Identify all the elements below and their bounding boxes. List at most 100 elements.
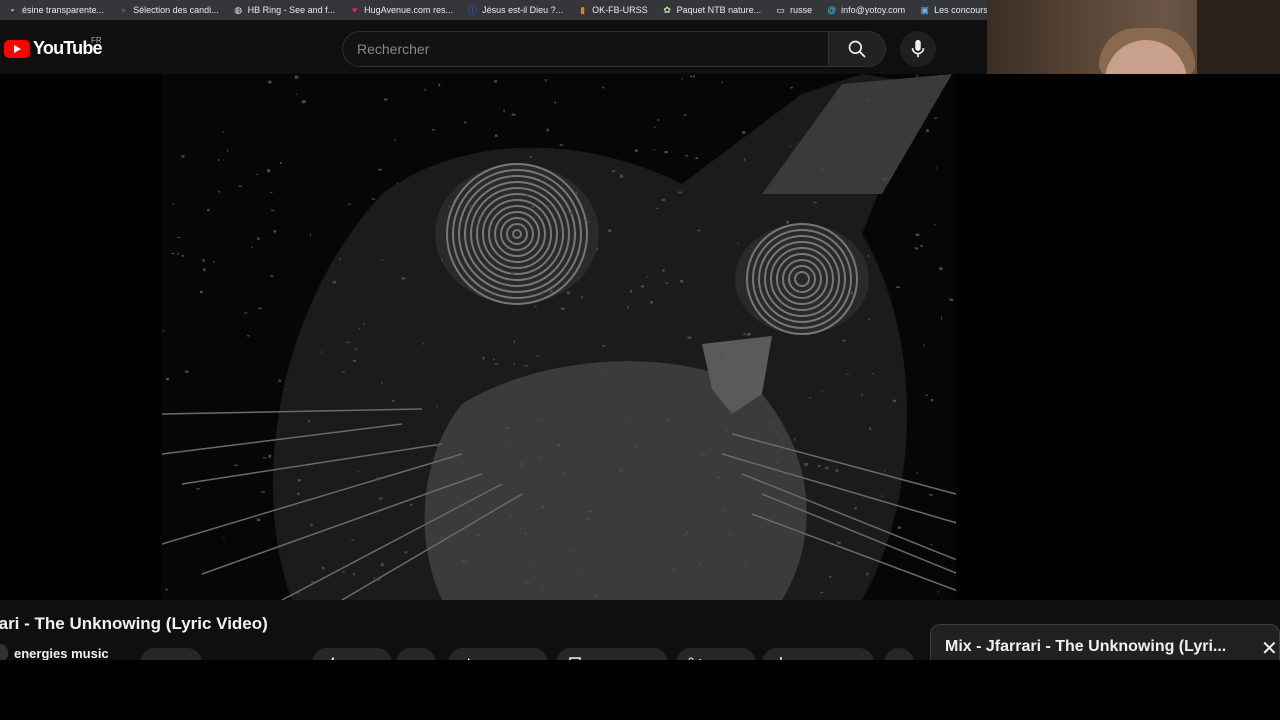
bookmark-item[interactable]: ▫ Sélection des candi... [111, 0, 226, 20]
texture-speckle [941, 317, 943, 320]
channel-name[interactable]: energies music [14, 646, 109, 661]
texture-speckle [297, 492, 300, 495]
texture-speckle [746, 332, 751, 336]
texture-speckle [410, 503, 413, 506]
texture-speckle [771, 422, 775, 425]
texture-speckle [332, 281, 336, 284]
texture-speckle [503, 109, 505, 113]
texture-speckle [199, 290, 203, 294]
texture-speckle [439, 537, 444, 539]
bookmark-item[interactable]: ▭ russe [768, 0, 819, 20]
dislike-button[interactable] [396, 648, 436, 660]
texture-speckle [494, 134, 498, 137]
texture-speckle [799, 290, 801, 293]
bookmark-item[interactable]: ▮ OK-FB-URSS [570, 0, 655, 20]
texture-speckle [212, 261, 215, 263]
texture-speckle [510, 515, 513, 517]
channel-avatar[interactable] [0, 644, 8, 660]
texture-speckle [470, 205, 473, 209]
texture-speckle [394, 139, 396, 141]
texture-speckle [742, 131, 746, 134]
texture-speckle [697, 229, 701, 232]
texture-speckle [271, 209, 275, 212]
more-actions-button[interactable] [884, 648, 914, 660]
save-button[interactable] [556, 648, 668, 660]
texture-speckle [817, 464, 821, 467]
search-icon [848, 40, 866, 58]
texture-speckle [196, 488, 201, 490]
texture-speckle [821, 390, 823, 393]
texture-speckle [804, 463, 809, 466]
youtube-logo[interactable]: YouTube [4, 38, 103, 59]
texture-speckle [294, 75, 299, 79]
like-button[interactable] [312, 648, 392, 660]
share-button[interactable] [448, 648, 548, 660]
mix-playlist-title[interactable]: Mix - Jfarrari - The Unknowing (Lyri... [945, 638, 1226, 656]
search-input[interactable] [357, 41, 828, 57]
texture-speckle [348, 203, 351, 206]
texture-speckle [285, 388, 287, 390]
texture-speckle [534, 305, 537, 308]
texture-speckle [634, 149, 638, 152]
bookmark-item[interactable]: ⓘ Jésus est-il Dieu ?... [460, 0, 570, 20]
download-button[interactable] [762, 648, 874, 660]
texture-speckle [861, 393, 863, 397]
texture-speckle [321, 566, 325, 570]
texture-speckle [881, 495, 883, 498]
texture-speckle [726, 428, 728, 432]
file-icon: ▫ [121, 5, 126, 15]
texture-speckle [607, 229, 612, 232]
voice-search-button[interactable] [900, 31, 936, 67]
texture-speckle [865, 98, 869, 101]
subscribe-button[interactable] [140, 648, 202, 660]
texture-speckle [883, 470, 886, 472]
texture-speckle [541, 589, 546, 591]
texture-speckle [546, 205, 550, 208]
texture-speckle [916, 75, 919, 77]
texture-speckle [618, 469, 623, 472]
video-player[interactable] [0, 74, 1280, 600]
texture-speckle [869, 427, 872, 430]
texture-speckle [662, 268, 665, 272]
bookmark-label: HB Ring - See and f... [247, 5, 336, 15]
texture-speckle [650, 301, 653, 304]
texture-speckle [162, 330, 165, 332]
texture-speckle [915, 233, 920, 236]
texture-speckle [234, 464, 238, 466]
bookmark-item[interactable]: ◍ HB Ring - See and f... [226, 0, 343, 20]
texture-speckle [520, 462, 523, 466]
texture-speckle [256, 518, 261, 522]
texture-speckle [166, 377, 170, 381]
texture-speckle [308, 419, 310, 423]
texture-speckle [835, 469, 839, 472]
texture-speckle [602, 345, 606, 347]
texture-speckle [882, 177, 887, 181]
bookmark-item[interactable]: @ info@yotoy.com [819, 0, 912, 20]
texture-speckle [462, 559, 466, 562]
search-button[interactable] [828, 31, 886, 67]
texture-speckle [672, 568, 675, 571]
texture-speckle [268, 80, 272, 84]
clip-button[interactable] [676, 648, 756, 660]
texture-speckle [351, 539, 354, 541]
bookmark-item[interactable]: ✿ Paquet NTB nature... [655, 0, 769, 20]
bookmark-item[interactable]: ♥ HugAvenue.com res... [342, 0, 460, 20]
texture-speckle [352, 573, 355, 576]
texture-speckle [842, 339, 846, 342]
texture-speckle [866, 572, 869, 576]
texture-speckle [436, 405, 438, 408]
texture-speckle [505, 426, 510, 430]
texture-speckle [939, 76, 941, 79]
bookmark-item[interactable]: ▪ ésine transparente... [0, 0, 111, 20]
texture-speckle [311, 580, 314, 584]
close-icon[interactable]: ✕ [1261, 639, 1278, 659]
texture-speckle [503, 558, 505, 560]
texture-speckle [404, 551, 408, 554]
texture-speckle [541, 292, 543, 295]
texture-speckle [820, 591, 824, 594]
texture-speckle [721, 356, 723, 359]
video-frame[interactable] [162, 74, 956, 600]
texture-speckle [181, 155, 185, 158]
texture-speckle [560, 307, 565, 310]
texture-speckle [897, 526, 902, 529]
